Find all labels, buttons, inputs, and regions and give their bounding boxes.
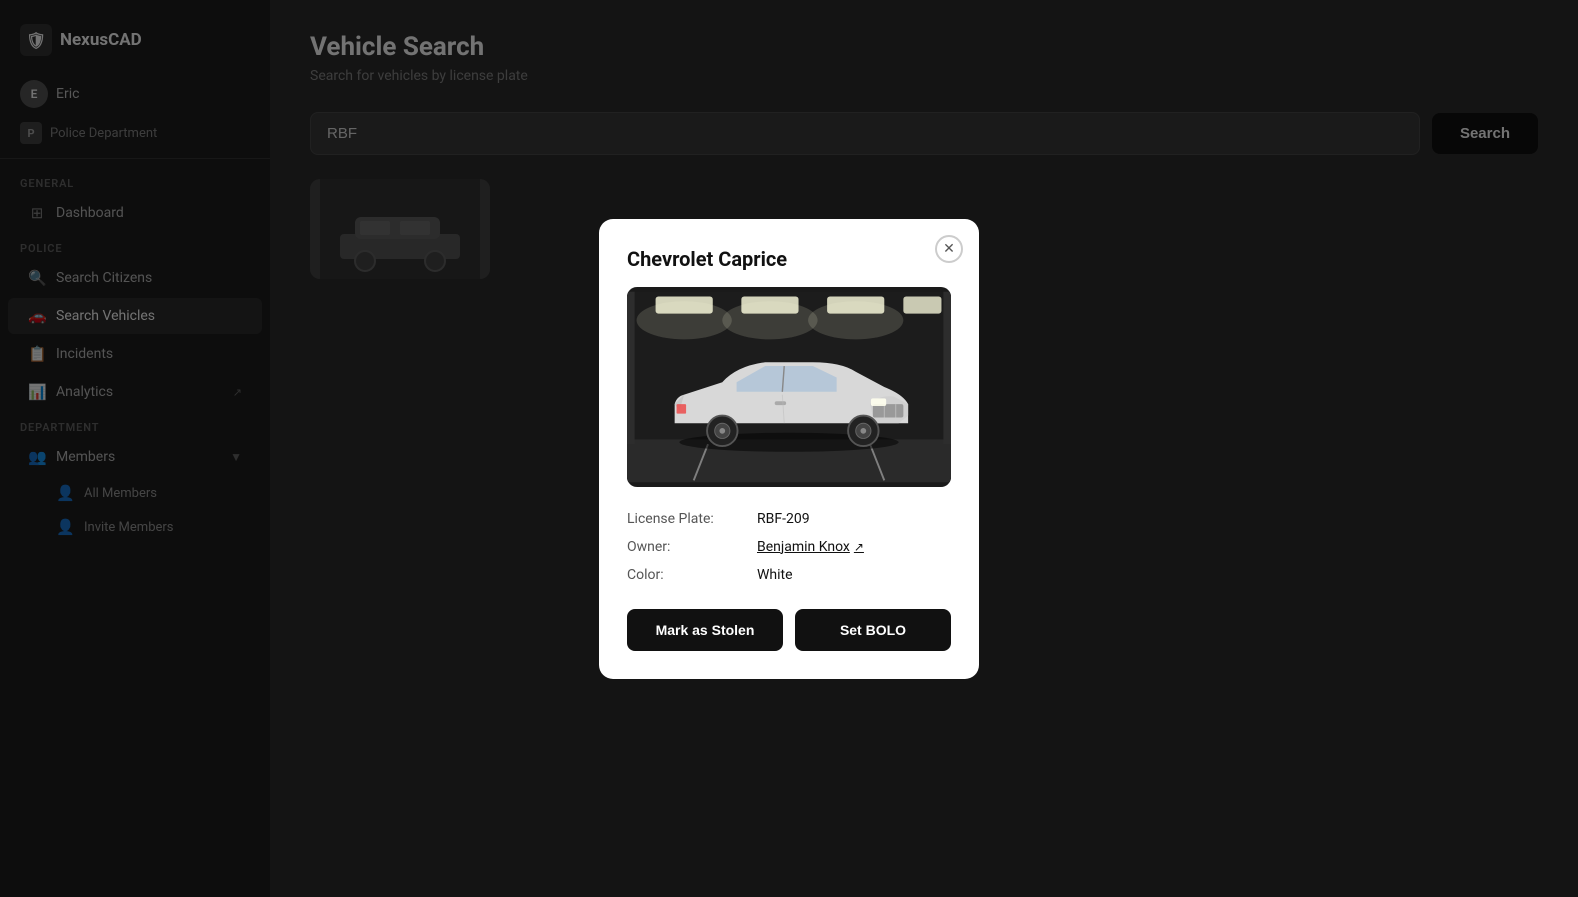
- owner-link[interactable]: Benjamin Knox ↗: [757, 539, 864, 555]
- external-link-icon: ↗: [854, 540, 864, 554]
- owner-name: Benjamin Knox: [757, 539, 850, 555]
- modal-title: Chevrolet Caprice: [627, 247, 951, 271]
- modal-actions: Mark as Stolen Set BOLO: [627, 609, 951, 651]
- owner-label: Owner:: [627, 539, 757, 555]
- modal-close-button[interactable]: ✕: [935, 235, 963, 263]
- license-plate-label: License Plate:: [627, 511, 757, 527]
- modal-details: License Plate: RBF-209 Owner: Benjamin K…: [627, 505, 951, 589]
- color-label: Color:: [627, 567, 757, 583]
- detail-row-owner: Owner: Benjamin Knox ↗: [627, 533, 951, 561]
- license-plate-value: RBF-209: [757, 511, 810, 527]
- mark-as-stolen-button[interactable]: Mark as Stolen: [627, 609, 783, 651]
- modal-overlay: ✕ Chevrolet Caprice: [0, 0, 1578, 897]
- vehicle-detail-modal: ✕ Chevrolet Caprice: [599, 219, 979, 679]
- detail-row-plate: License Plate: RBF-209: [627, 505, 951, 533]
- detail-row-color: Color: White: [627, 561, 951, 589]
- modal-car-image: [627, 287, 951, 487]
- color-value: White: [757, 567, 793, 583]
- car-detail-svg: [627, 287, 951, 487]
- set-bolo-button[interactable]: Set BOLO: [795, 609, 951, 651]
